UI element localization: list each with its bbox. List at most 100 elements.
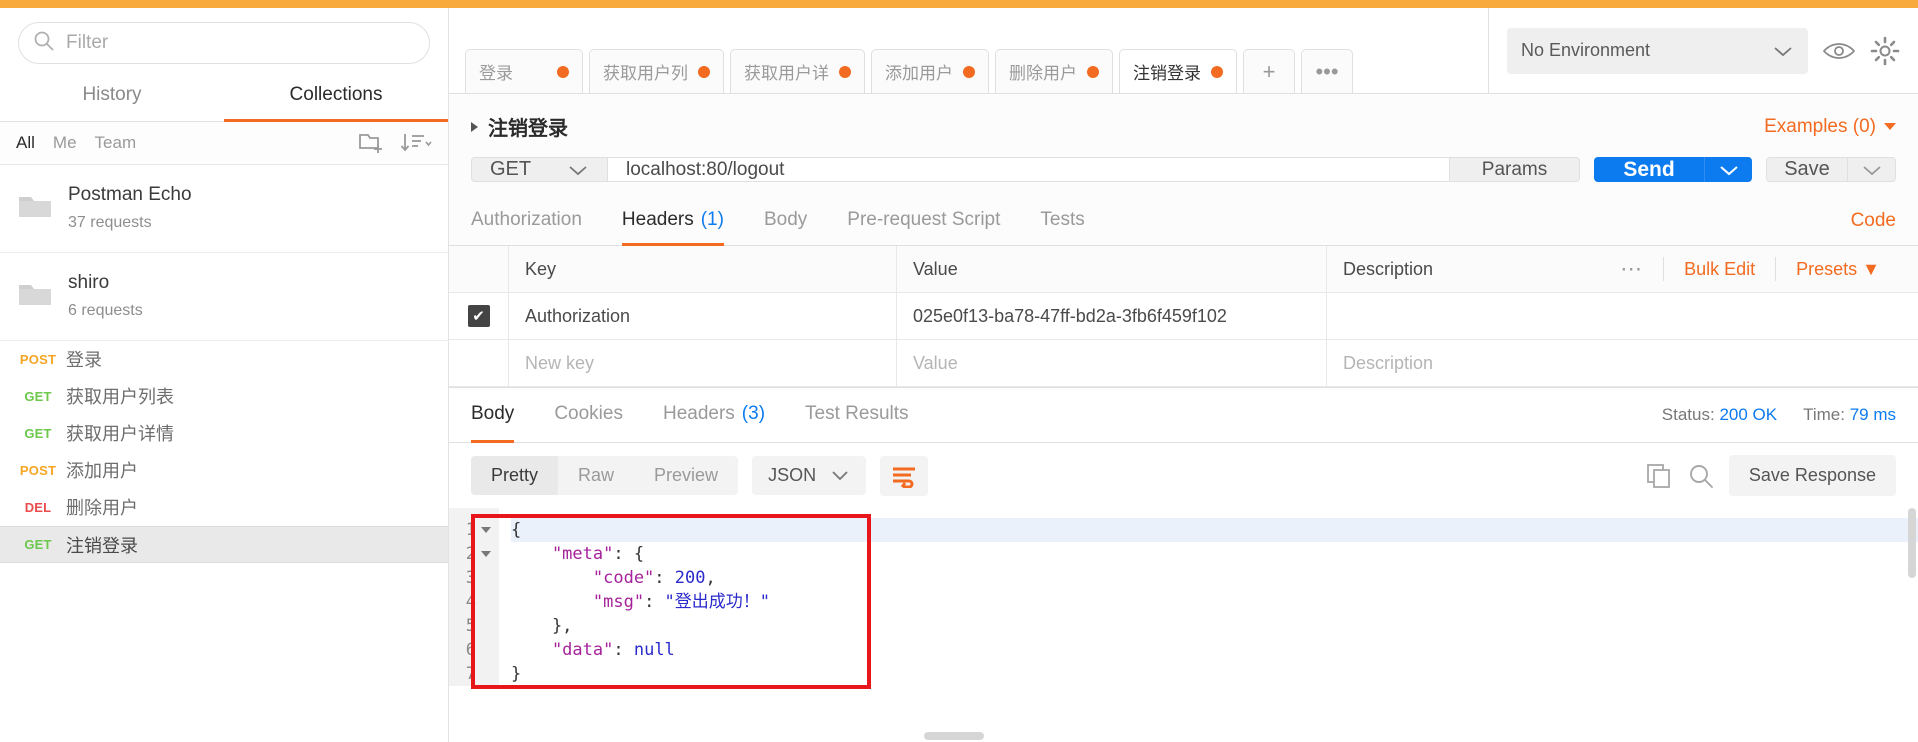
tab-history[interactable]: History xyxy=(0,74,224,122)
view-mode-group: Pretty Raw Preview xyxy=(471,456,739,495)
scope-team[interactable]: Team xyxy=(95,133,137,153)
scope-me[interactable]: Me xyxy=(53,133,77,153)
gear-icon[interactable] xyxy=(1870,36,1900,66)
save-button[interactable]: Save xyxy=(1766,157,1848,182)
list-item[interactable]: DEL 删除用户 xyxy=(0,489,448,526)
collection-item[interactable]: Postman Echo 37 requests xyxy=(0,165,448,253)
send-button[interactable]: Send xyxy=(1594,157,1704,182)
tab-body[interactable]: Body xyxy=(764,197,807,246)
send-options-button[interactable] xyxy=(1704,157,1752,182)
view-mode-raw[interactable]: Raw xyxy=(558,456,634,495)
tab-response-headers[interactable]: Headers (3) xyxy=(663,389,765,443)
filter-box[interactable] xyxy=(18,22,430,64)
save-response-button[interactable]: Save Response xyxy=(1728,455,1896,496)
filter-container xyxy=(0,8,448,74)
url-input[interactable]: localhost:80/logout xyxy=(608,157,1450,182)
request-tab[interactable]: 获取用户列 xyxy=(589,49,724,93)
view-mode-pretty[interactable]: Pretty xyxy=(471,456,559,495)
view-mode-preview[interactable]: Preview xyxy=(634,456,738,495)
row-checkbox[interactable]: ✔ xyxy=(467,305,490,327)
folder-icon xyxy=(18,281,52,312)
http-method-select[interactable]: GET xyxy=(471,157,608,182)
request-tab[interactable]: 登录 xyxy=(465,49,583,93)
presets-dropdown[interactable]: Presets ▼ xyxy=(1796,259,1880,280)
fold-caret-icon[interactable] xyxy=(481,527,491,533)
new-row-description-cell[interactable]: Description xyxy=(1327,340,1918,386)
collection-item[interactable]: shiro 6 requests xyxy=(0,253,448,341)
tab-pre-request-script[interactable]: Pre-request Script xyxy=(847,197,1000,246)
new-row-value-cell[interactable]: Value xyxy=(897,340,1327,386)
list-item-selected[interactable]: GET 注销登录 xyxy=(0,526,448,563)
format-label: JSON xyxy=(768,465,817,485)
tab-tests[interactable]: Tests xyxy=(1040,197,1084,246)
examples-dropdown[interactable]: Examples (0) xyxy=(1764,116,1896,138)
tab-collections[interactable]: Collections xyxy=(224,74,448,122)
vertical-scrollbar[interactable] xyxy=(1908,508,1916,578)
fold-caret-icon[interactable] xyxy=(481,551,491,557)
tab-authorization[interactable]: Authorization xyxy=(471,197,582,246)
line-number: 7 xyxy=(449,662,499,686)
copy-icon[interactable] xyxy=(1645,462,1673,490)
scope-all[interactable]: All xyxy=(16,133,35,153)
word-wrap-icon[interactable] xyxy=(880,455,929,496)
request-tabstrip: 登录 获取用户列 获取用户详 添加用户 删除用户 注销登录 + ••• xyxy=(449,8,1488,94)
row-value-cell[interactable]: 025e0f13-ba78-47ff-bd2a-3fb6f459f102 xyxy=(897,293,1327,339)
code-line: "data": null xyxy=(511,640,675,660)
table-new-row: New key Value Description xyxy=(449,340,1918,387)
line-number-text: 4 xyxy=(465,592,476,612)
response-body-viewer[interactable]: 1 2 3 4 5 6 7 { "meta": { "code": 200, "… xyxy=(449,508,1918,742)
add-tab-button[interactable]: + xyxy=(1243,49,1295,93)
save-options-button[interactable] xyxy=(1848,157,1896,182)
format-select[interactable]: JSON xyxy=(752,456,867,495)
tab-response-body[interactable]: Body xyxy=(471,389,515,443)
tab-response-cookies[interactable]: Cookies xyxy=(554,389,623,443)
horizontal-scrollbar[interactable] xyxy=(924,732,984,740)
environment-selected-label: No Environment xyxy=(1521,40,1651,60)
tab-options-button[interactable]: ••• xyxy=(1301,49,1353,93)
environment-bar: No Environment xyxy=(1488,8,1918,94)
new-key-placeholder: New key xyxy=(525,352,595,373)
search-icon[interactable] xyxy=(1687,462,1715,490)
tab-test-results[interactable]: Test Results xyxy=(805,389,908,443)
row-key-cell[interactable]: Authorization xyxy=(509,293,897,339)
sidebar: History Collections All Me Team Postman … xyxy=(0,8,449,742)
new-value-placeholder: Value xyxy=(913,352,958,373)
list-item[interactable]: POST 添加用户 xyxy=(0,452,448,489)
search-input[interactable] xyxy=(66,32,415,54)
send-group: Send xyxy=(1594,157,1752,182)
unsaved-dot-icon xyxy=(698,65,710,78)
response-toolbar: Pretty Raw Preview JSON Save Response xyxy=(449,443,1918,508)
list-item[interactable]: GET 获取用户列表 xyxy=(0,378,448,415)
table-header-row: Key Value Description ⋯ Bulk Edit Preset… xyxy=(449,246,1918,293)
row-description-cell[interactable] xyxy=(1327,293,1918,339)
list-item[interactable]: GET 获取用户详情 xyxy=(0,415,448,452)
code-line: { xyxy=(511,518,1918,542)
request-name: 获取用户详情 xyxy=(66,424,174,444)
list-item[interactable]: POST 登录 xyxy=(0,341,448,378)
bulk-edit-link[interactable]: Bulk Edit xyxy=(1684,259,1755,280)
params-button[interactable]: Params xyxy=(1450,157,1580,182)
request-tab[interactable]: 删除用户 xyxy=(995,49,1113,93)
request-tab-active[interactable]: 注销登录 xyxy=(1119,49,1237,93)
new-row-checkbox-cell xyxy=(449,340,509,386)
tab-label: Cookies xyxy=(554,403,623,424)
line-number-text: 7 xyxy=(465,664,476,684)
line-number: 2 xyxy=(449,542,499,566)
search-icon xyxy=(33,30,55,57)
sidebar-tabs: History Collections xyxy=(0,74,448,122)
environment-select[interactable]: No Environment xyxy=(1507,27,1808,74)
request-tab[interactable]: 添加用户 xyxy=(871,49,989,93)
request-tab[interactable]: 获取用户详 xyxy=(730,49,865,93)
code-link[interactable]: Code xyxy=(1851,210,1896,232)
expand-caret-icon[interactable] xyxy=(471,121,478,132)
unsaved-dot-icon xyxy=(963,65,975,78)
sort-descending-icon[interactable] xyxy=(400,131,432,155)
status-badge: Status: 200 OK xyxy=(1662,405,1777,425)
tab-headers[interactable]: Headers (1) xyxy=(621,197,724,246)
new-folder-icon[interactable] xyxy=(358,131,386,155)
eye-icon[interactable] xyxy=(1822,39,1856,63)
collection-text: shiro 6 requests xyxy=(68,269,143,323)
new-row-key-cell[interactable]: New key xyxy=(509,340,897,386)
more-horizontal-icon[interactable]: ⋯ xyxy=(1620,256,1643,282)
tab-label: Headers xyxy=(621,208,694,230)
